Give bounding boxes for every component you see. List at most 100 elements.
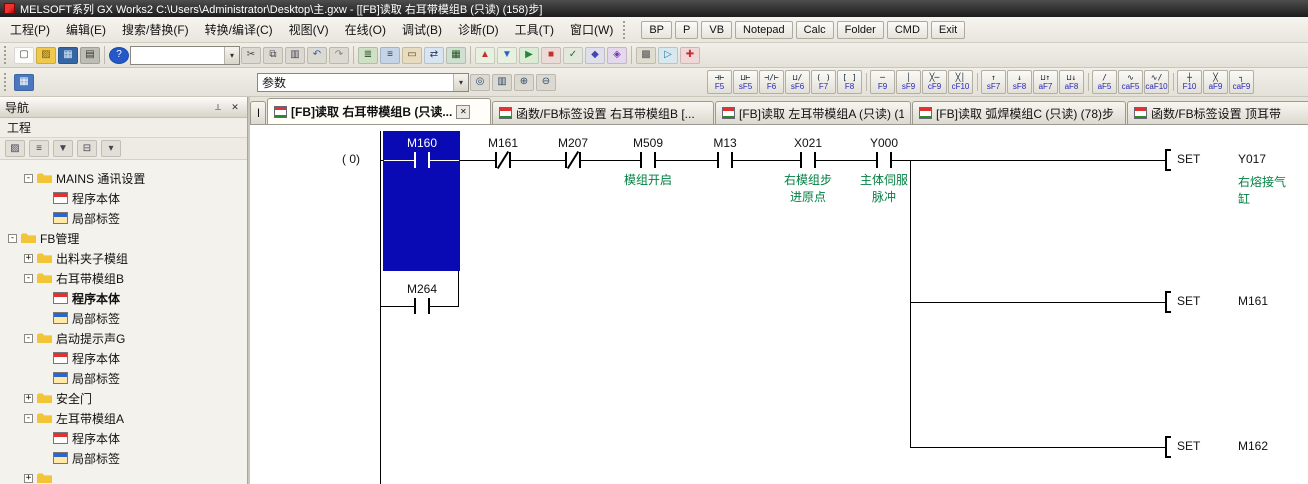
toolbar-main-grip[interactable] bbox=[4, 46, 9, 64]
contact-M161[interactable] bbox=[483, 151, 523, 169]
ladder-canvas[interactable]: ( 0)M160M161M207M509模组开启M13X021右模组步进原点Y0… bbox=[250, 125, 1308, 484]
contact-M264[interactable] bbox=[402, 297, 442, 315]
menu-item[interactable]: 工程(P) bbox=[2, 17, 58, 42]
menu-tool-button[interactable]: CMD bbox=[887, 21, 928, 39]
rebuild-all-icon[interactable]: ◈ bbox=[607, 47, 627, 64]
device-comment-icon[interactable]: ≣ bbox=[358, 47, 378, 64]
print-icon[interactable]: ▤ bbox=[80, 47, 100, 64]
tree-item[interactable]: 局部标签 bbox=[0, 368, 247, 388]
verify-icon[interactable]: ✓ bbox=[563, 47, 583, 64]
application-instruction-button[interactable]: [ ]F8 bbox=[837, 70, 862, 94]
document-tab[interactable]: B] bbox=[250, 101, 266, 124]
document-tab[interactable]: [FB]读取 弧焊模组C (只读) (78)步 bbox=[912, 101, 1126, 124]
nav-dropdown-icon[interactable]: ▾ bbox=[101, 140, 121, 157]
note-icon[interactable]: ▭ bbox=[402, 47, 422, 64]
menu-item[interactable]: 窗口(W) bbox=[562, 17, 621, 42]
delete-horizontal-line-button[interactable]: ╳─cF9 bbox=[922, 70, 947, 94]
nav-filter-icon[interactable]: ▼ bbox=[53, 140, 73, 157]
cross-reference-icon[interactable]: ⇄ bbox=[424, 47, 444, 64]
expander-icon[interactable]: - bbox=[24, 174, 33, 183]
pin-icon[interactable]: ⟂ bbox=[211, 100, 225, 114]
tree-item[interactable]: -MAINS 通讯设置 bbox=[0, 168, 247, 188]
expander-icon[interactable]: - bbox=[24, 274, 33, 283]
horizontal-line-button[interactable]: ─F9 bbox=[870, 70, 895, 94]
menu-tool-button[interactable]: Notepad bbox=[735, 21, 793, 39]
close-branch-button[interactable]: ⊔/sF6 bbox=[785, 70, 810, 94]
tree-item[interactable]: 局部标签 bbox=[0, 448, 247, 468]
contact-M160[interactable] bbox=[402, 151, 442, 169]
menu-item[interactable]: 诊断(D) bbox=[450, 17, 507, 42]
rising-pulse-button[interactable]: ↑sF7 bbox=[981, 70, 1006, 94]
program-combo-dropdown-icon[interactable]: ▾ bbox=[453, 74, 468, 91]
tree-item[interactable]: -FB管理 bbox=[0, 228, 247, 248]
tree-item[interactable]: -启动提示声G bbox=[0, 328, 247, 348]
diagnostics-icon[interactable]: ✚ bbox=[680, 47, 700, 64]
rising-pulse-branch-button[interactable]: ⊔↑aF7 bbox=[1033, 70, 1058, 94]
menu-tool-button[interactable]: Calc bbox=[796, 21, 834, 39]
monitor-start-icon[interactable]: ▶ bbox=[519, 47, 539, 64]
tree-item[interactable]: 局部标签 bbox=[0, 308, 247, 328]
plc-write-icon[interactable]: ▼ bbox=[497, 47, 517, 64]
tree-item[interactable]: +出料夹子模组 bbox=[0, 248, 247, 268]
close-icon[interactable]: ✕ bbox=[228, 100, 242, 114]
document-tab[interactable]: [FB]读取 左耳带模组A (只读) (1... bbox=[715, 101, 911, 124]
nav-collapse-icon[interactable]: ⊟ bbox=[77, 140, 97, 157]
invert-operation-button[interactable]: /aF5 bbox=[1092, 70, 1117, 94]
plc-read-icon[interactable]: ▲ bbox=[475, 47, 495, 64]
cut-icon[interactable]: ✂ bbox=[241, 47, 261, 64]
document-tab[interactable]: 函数/FB标签设置 顶耳带 bbox=[1127, 101, 1308, 124]
nav-sort-icon[interactable]: ≡ bbox=[29, 140, 49, 157]
parameter-icon[interactable]: ▩ bbox=[636, 47, 656, 64]
toolbar-combo-empty[interactable]: ▾ bbox=[130, 46, 240, 65]
horizontal-line-input-button[interactable]: ┼F10 bbox=[1177, 70, 1202, 94]
nav-display-icon[interactable]: ▨ bbox=[5, 140, 25, 157]
menu-tool-button[interactable]: Exit bbox=[931, 21, 965, 39]
tree-item[interactable]: -左耳带模组A bbox=[0, 408, 247, 428]
tree-item[interactable]: + bbox=[0, 468, 247, 484]
falling-pulse-branch-button[interactable]: ⊔↓aF8 bbox=[1059, 70, 1084, 94]
compile-icon[interactable]: ◆ bbox=[585, 47, 605, 64]
menu-tool-button[interactable]: Folder bbox=[837, 21, 884, 39]
menu-item[interactable]: 搜索/替换(F) bbox=[114, 17, 197, 42]
simulation-icon[interactable]: ▷ bbox=[658, 47, 678, 64]
save-icon[interactable]: ▦ bbox=[58, 47, 78, 64]
menu-item[interactable]: 视图(V) bbox=[281, 17, 337, 42]
menu-tool-button[interactable]: P bbox=[675, 21, 698, 39]
paste-icon[interactable]: ▥ bbox=[285, 47, 305, 64]
undo-icon[interactable]: ↶ bbox=[307, 47, 327, 64]
document-tab[interactable]: [FB]读取 右耳带模组B (只读...✕ bbox=[267, 98, 491, 124]
combo-dropdown-icon[interactable]: ▾ bbox=[224, 47, 239, 64]
tree-item[interactable]: 程序本体 bbox=[0, 348, 247, 368]
tree-item[interactable]: 程序本体 bbox=[0, 428, 247, 448]
expander-icon[interactable]: - bbox=[24, 414, 33, 423]
expander-icon[interactable]: + bbox=[24, 474, 33, 483]
tree-item[interactable]: 程序本体 bbox=[0, 288, 247, 308]
contact-M13[interactable] bbox=[705, 151, 745, 169]
delete-vertical-line-button[interactable]: ╳│cF10 bbox=[948, 70, 973, 94]
tree-item[interactable]: 程序本体 bbox=[0, 188, 247, 208]
statement-icon[interactable]: ≡ bbox=[380, 47, 400, 64]
find-device-icon[interactable]: ▥ bbox=[492, 74, 512, 91]
find-icon[interactable]: ◎ bbox=[470, 74, 490, 91]
line-delete-button[interactable]: ╳aF9 bbox=[1203, 70, 1228, 94]
help-icon[interactable]: ? bbox=[109, 47, 129, 64]
edit-line-button[interactable]: ┐caF9 bbox=[1229, 70, 1254, 94]
menu-tool-button[interactable]: BP bbox=[641, 21, 672, 39]
document-tab[interactable]: 函数/FB标签设置 右耳带模组B [... bbox=[492, 101, 714, 124]
program-select-combo[interactable]: 参数 ▾ bbox=[257, 73, 469, 92]
contact-M207[interactable] bbox=[553, 151, 593, 169]
tree-item[interactable]: +安全门 bbox=[0, 388, 247, 408]
menu-item[interactable]: 编辑(E) bbox=[58, 17, 114, 42]
contact-X021[interactable] bbox=[788, 151, 828, 169]
pulse-conversion-button[interactable]: ∿caF5 bbox=[1118, 70, 1143, 94]
contact-Y000[interactable] bbox=[864, 151, 904, 169]
open-project-icon[interactable]: ▨ bbox=[36, 47, 56, 64]
new-project-icon[interactable]: ▢ bbox=[14, 47, 34, 64]
expander-icon[interactable]: - bbox=[8, 234, 17, 243]
vertical-line-button[interactable]: │sF9 bbox=[896, 70, 921, 94]
docking-window-icon[interactable]: ▦ bbox=[14, 74, 34, 91]
expander-icon[interactable]: - bbox=[24, 334, 33, 343]
toolbar-ladder-grip[interactable] bbox=[4, 73, 9, 91]
tab-close-icon[interactable]: ✕ bbox=[456, 105, 470, 119]
tree-item[interactable]: -右耳带模组B bbox=[0, 268, 247, 288]
